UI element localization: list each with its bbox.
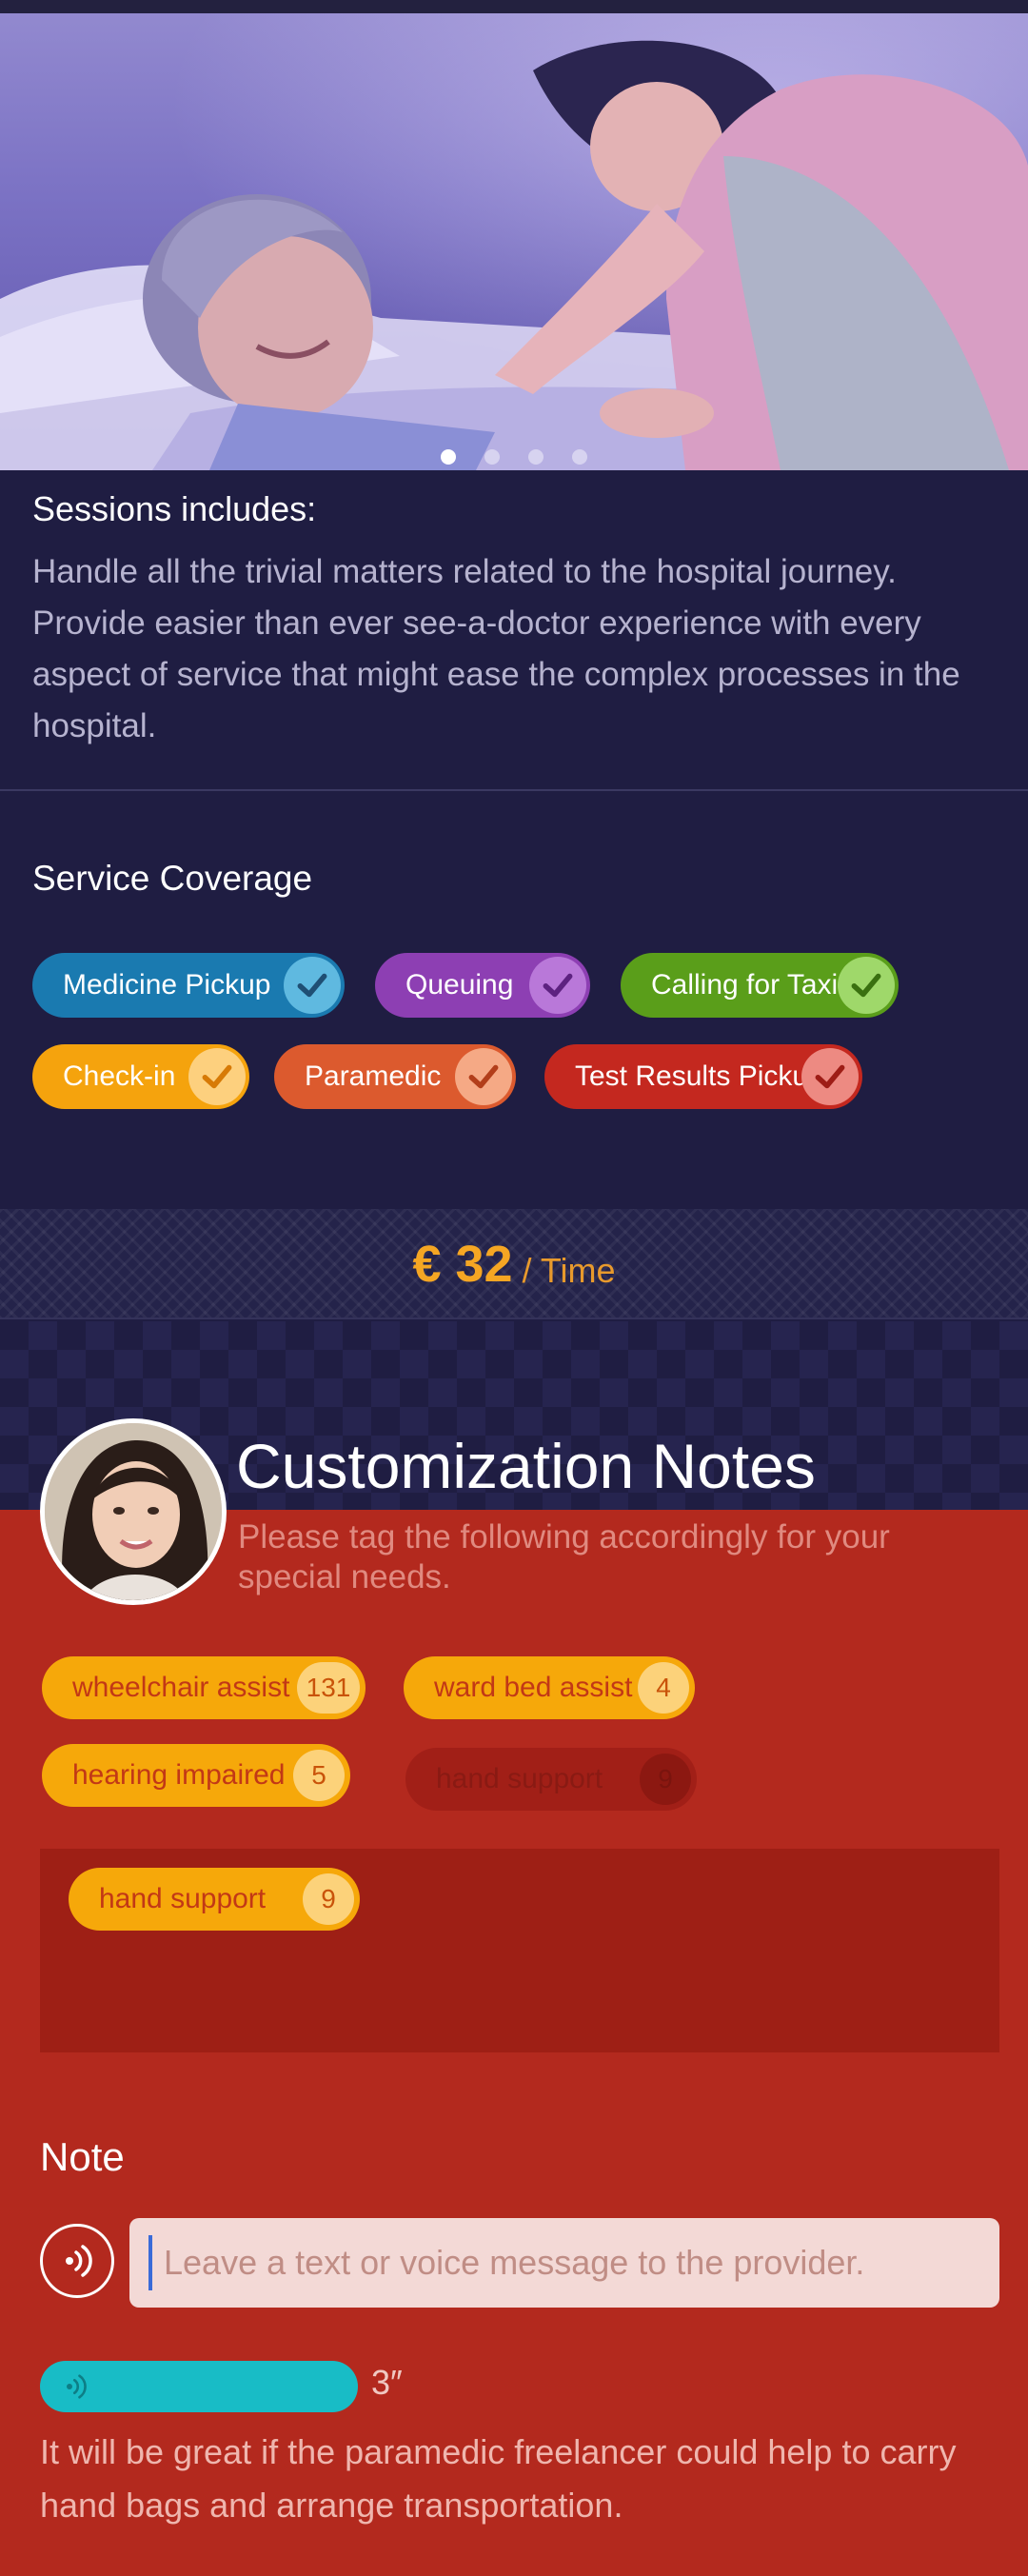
section-divider: [0, 1318, 1028, 1319]
tag-count: 5: [293, 1750, 345, 1801]
note-title: Note: [40, 2134, 125, 2179]
hero-carousel[interactable]: [0, 13, 1028, 470]
note-message-text: It will be great if the paramedic freela…: [40, 2432, 957, 2525]
coverage-chip-medicine-pickup[interactable]: Medicine Pickup: [32, 953, 345, 1018]
checkmark-icon: [529, 957, 586, 1014]
carousel-dot[interactable]: [572, 449, 587, 465]
coverage-chip-calling-for-taxi[interactable]: Calling for Taxi: [621, 953, 899, 1018]
coverage-chip-label: Queuing: [405, 969, 514, 1001]
provider-avatar[interactable]: [40, 1418, 227, 1605]
customization-title: Customization Notes: [236, 1431, 816, 1501]
coverage-chip-label: Medicine Pickup: [63, 969, 271, 1001]
checkmark-icon: [801, 1048, 859, 1105]
tag-label: wheelchair assist: [72, 1672, 290, 1703]
tag-label: hand support: [99, 1883, 267, 1914]
tag-ward-bed-assist[interactable]: ward bed assist 4: [404, 1656, 695, 1719]
top-bar: [0, 0, 1028, 13]
text-cursor: [148, 2235, 152, 2290]
checkmark-icon: [838, 957, 895, 1014]
checkmark-icon: [188, 1048, 246, 1105]
selected-tag-hand-support[interactable]: hand support 9: [69, 1868, 360, 1931]
session-title: Sessions includes:: [32, 489, 317, 528]
tag-count: 131: [297, 1662, 360, 1714]
carousel-dot[interactable]: [441, 449, 456, 465]
price-band: € 32 / Time: [0, 1209, 1028, 1319]
coverage-chip-label: Calling for Taxi: [651, 969, 839, 1001]
hero-photo: [0, 40, 1028, 470]
tag-label: hand support: [436, 1763, 603, 1794]
service-coverage-title: Service Coverage: [32, 859, 313, 898]
coverage-chip-label: Check-in: [63, 1060, 176, 1092]
avatar-photo: [45, 1423, 222, 1600]
session-section: Sessions includes: Handle all the trivia…: [32, 489, 994, 752]
voice-record-button[interactable]: [40, 2224, 114, 2298]
checkmark-icon: [455, 1048, 512, 1105]
tag-hearing-impaired[interactable]: hearing impaired 5: [42, 1744, 350, 1807]
tag-count: 4: [638, 1662, 689, 1714]
tag-wheelchair-assist[interactable]: wheelchair assist 131: [42, 1656, 366, 1719]
coverage-chip-queuing[interactable]: Queuing: [375, 953, 590, 1018]
price-amount: € 32: [412, 1236, 513, 1293]
customization-subtitle: Please tag the following accordingly for…: [238, 1518, 890, 1595]
tag-label: hearing impaired: [72, 1759, 286, 1791]
coverage-chip-paramedic[interactable]: Paramedic: [274, 1044, 516, 1109]
voice-message-duration: 3″: [371, 2363, 403, 2402]
tag-label: ward bed assist: [434, 1672, 633, 1703]
voice-wave-icon: [66, 2245, 92, 2277]
section-divider: [0, 789, 1028, 791]
carousel-dot[interactable]: [484, 449, 500, 465]
tag-count: 9: [640, 1754, 691, 1805]
voice-message-player[interactable]: [40, 2361, 358, 2412]
voice-wave-icon: [67, 2374, 87, 2399]
session-description: Handle all the trivial matters related t…: [32, 553, 960, 744]
tag-count: 9: [303, 1873, 354, 1925]
coverage-chip-check-in[interactable]: Check-in: [32, 1044, 249, 1109]
carousel-dot[interactable]: [528, 449, 544, 465]
carousel-dots[interactable]: [0, 449, 1028, 465]
coverage-chip-label: Test Results Pickup: [575, 1060, 824, 1092]
coverage-chip-label: Paramedic: [305, 1060, 442, 1092]
note-message-input[interactable]: [129, 2218, 999, 2308]
checkmark-icon: [284, 957, 341, 1014]
coverage-chip-test-results-pickup[interactable]: Test Results Pickup: [544, 1044, 862, 1109]
tag-hand-support-placeholder[interactable]: hand support 9: [405, 1748, 697, 1811]
price-unit: / Time: [522, 1251, 616, 1290]
